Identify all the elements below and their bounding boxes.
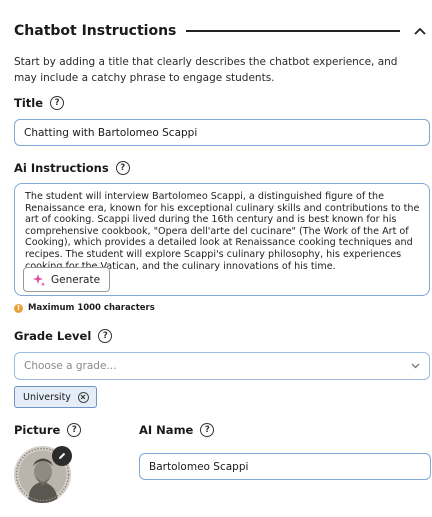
help-icon[interactable]: ? — [115, 161, 130, 175]
grade-chip: University — [14, 386, 97, 408]
help-icon[interactable]: ? — [98, 329, 113, 343]
picture-label-row: Picture ? — [14, 423, 82, 437]
ai-name-value: Bartolomeo Scappi — [149, 460, 249, 473]
sparkle-icon — [33, 273, 45, 286]
close-icon — [81, 394, 86, 400]
grade-select-placeholder: Choose a grade... — [24, 360, 117, 372]
help-icon[interactable]: ? — [200, 423, 215, 437]
pencil-icon — [59, 452, 66, 459]
grade-level-label-row: Grade Level ? — [14, 329, 113, 343]
chevron-up-icon — [414, 27, 426, 35]
grade-select[interactable]: Choose a grade... — [14, 352, 430, 380]
grade-chip-label: University — [23, 391, 71, 403]
ai-name-label-row: AI Name ? — [139, 423, 215, 437]
picture-label: Picture — [14, 423, 61, 437]
help-icon[interactable]: ? — [67, 423, 82, 437]
remove-chip-button[interactable] — [77, 391, 89, 403]
max-characters-text: Maximum 1000 characters — [28, 303, 155, 313]
collapse-button[interactable] — [412, 23, 428, 39]
warning-icon: ! — [14, 303, 23, 313]
title-label-row: Title ? — [14, 96, 65, 110]
generate-button[interactable]: Generate — [23, 267, 111, 292]
chevron-down-icon — [411, 363, 420, 369]
ai-name-label: AI Name — [139, 423, 194, 437]
title-input[interactable]: Chatting with Bartolomeo Scappi — [14, 119, 430, 146]
ai-instructions-text: The student will interview Bartolomeo Sc… — [25, 191, 420, 272]
title-value: Chatting with Bartolomeo Scappi — [24, 126, 198, 139]
section-title: Chatbot Instructions — [14, 23, 177, 39]
title-label: Title — [14, 96, 44, 110]
max-characters-note: ! Maximum 1000 characters — [14, 303, 155, 313]
generate-label: Generate — [51, 273, 101, 286]
section-divider — [186, 30, 400, 32]
ai-name-input[interactable]: Bartolomeo Scappi — [139, 453, 431, 480]
help-icon[interactable]: ? — [50, 96, 65, 110]
grade-level-label: Grade Level — [14, 329, 92, 343]
ai-instructions-label: Ai Instructions — [14, 161, 109, 175]
ai-instructions-textarea[interactable]: The student will interview Bartolomeo Sc… — [14, 183, 430, 296]
ai-instructions-label-row: Ai Instructions ? — [14, 161, 130, 175]
section-header: Chatbot Instructions — [14, 20, 432, 42]
edit-picture-button[interactable] — [52, 446, 72, 466]
intro-text: Start by adding a title that clearly des… — [14, 56, 398, 84]
